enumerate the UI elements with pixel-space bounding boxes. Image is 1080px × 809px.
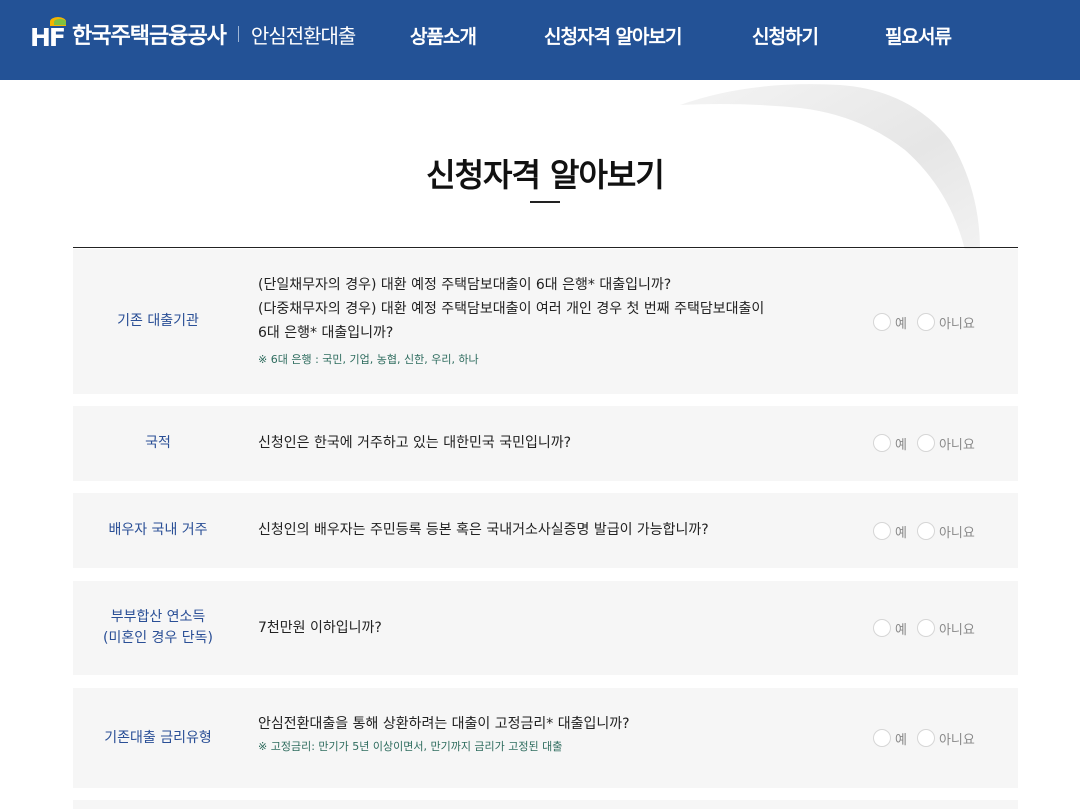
row-category: 기존대출 금리유형 (104, 730, 212, 746)
radio-yes[interactable] (873, 729, 891, 747)
answer-options: 예 아니요 (873, 618, 1013, 638)
radio-no[interactable] (916, 522, 935, 540)
brand-logo[interactable]: HF 한국주택금융공사 안심전환대출 (30, 14, 356, 54)
radio-yes-label[interactable]: 예 (895, 522, 907, 541)
radio-no-label[interactable]: 아니요 (939, 434, 975, 453)
radio-yes-label[interactable]: 예 (895, 434, 907, 453)
brand-mark: HF (30, 23, 66, 52)
list-top-border (73, 247, 1018, 248)
row-note: ※ 고정금리: 만기가 5년 이상이면서, 만기까지 금리가 고정된 대출 (258, 740, 563, 753)
eligibility-row-rate-type: 기존대출 금리유형 안심전환대출을 통해 상환하려는 대출이 고정금리* 대출입… (73, 688, 1018, 788)
row-category: 부부합산 연소득 (미혼인 경우 단독) (103, 609, 213, 646)
radio-yes-label[interactable]: 예 (895, 313, 907, 332)
hf-logo-icon: HF (30, 17, 68, 52)
radio-yes-label[interactable]: 예 (895, 619, 907, 638)
radio-no[interactable] (916, 434, 935, 452)
brand-subtitle: 안심전환대출 (250, 23, 356, 48)
radio-yes[interactable] (873, 522, 891, 540)
radio-no-label[interactable]: 아니요 (939, 522, 975, 541)
nav-apply[interactable]: 신청하기 (752, 22, 819, 52)
row-question: 7천만원 이하입니까? (258, 620, 382, 636)
radio-no-label[interactable]: 아니요 (939, 619, 975, 638)
radio-yes[interactable] (873, 619, 891, 637)
radio-no[interactable] (916, 729, 935, 747)
row-category: 국적 (145, 435, 171, 451)
radio-no-label[interactable]: 아니요 (939, 313, 975, 332)
page-title: 신청자격 알아보기 (426, 156, 665, 194)
title-underline (530, 201, 560, 203)
eligibility-row-next (73, 800, 1018, 809)
radio-no[interactable] (916, 619, 935, 637)
radio-no[interactable] (916, 313, 935, 331)
eligibility-row-spouse-residence: 배우자 국내 거주 신청인의 배우자는 주민등록 등본 혹은 국내거소사실증명 … (73, 493, 1018, 568)
header-bar: HF 한국주택금융공사 안심전환대출 상품소개 신청자격 알아보기 신청하기 필… (0, 0, 1080, 80)
row-question: 신청인의 배우자는 주민등록 등본 혹은 국내거소사실증명 발급이 가능합니까? (258, 522, 709, 538)
nav-eligibility-check[interactable]: 신청자격 알아보기 (544, 22, 682, 52)
row-question: (단일채무자의 경우) 대환 예정 주택담보대출이 6대 은행* 대출입니까? … (258, 273, 764, 369)
nav-product-intro[interactable]: 상품소개 (410, 22, 477, 52)
brand-name: 한국주택금융공사 (72, 24, 227, 49)
radio-no-label[interactable]: 아니요 (939, 729, 975, 748)
brand-divider (237, 26, 239, 42)
row-category: 배우자 국내 거주 (108, 522, 208, 538)
answer-options: 예 아니요 (873, 312, 1013, 332)
eligibility-row-lender: 기존 대출기관 (단일채무자의 경우) 대환 예정 주택담보대출이 6대 은행*… (73, 249, 1018, 394)
row-question: 신청인은 한국에 거주하고 있는 대한민국 국민입니까? (258, 435, 572, 451)
answer-options: 예 아니요 (873, 433, 1013, 453)
answer-options: 예 아니요 (873, 521, 1013, 541)
eligibility-row-nationality: 국적 신청인은 한국에 거주하고 있는 대한민국 국민입니까? 예 아니요 (73, 406, 1018, 481)
eligibility-row-income: 부부합산 연소득 (미혼인 경우 단독) 7천만원 이하입니까? 예 아니요 (73, 581, 1018, 675)
radio-yes[interactable] (873, 434, 891, 452)
radio-yes[interactable] (873, 313, 891, 331)
row-note: ※ 6대 은행 : 국민, 기업, 농협, 신한, 우리, 하나 (258, 353, 479, 366)
row-question: 안심전환대출을 통해 상환하려는 대출이 고정금리* 대출입니까? ※ 고정금리… (258, 712, 630, 756)
radio-yes-label[interactable]: 예 (895, 729, 907, 748)
nav-required-documents[interactable]: 필요서류 (885, 22, 952, 52)
row-category: 기존 대출기관 (117, 313, 199, 329)
answer-options: 예 아니요 (873, 728, 1013, 748)
